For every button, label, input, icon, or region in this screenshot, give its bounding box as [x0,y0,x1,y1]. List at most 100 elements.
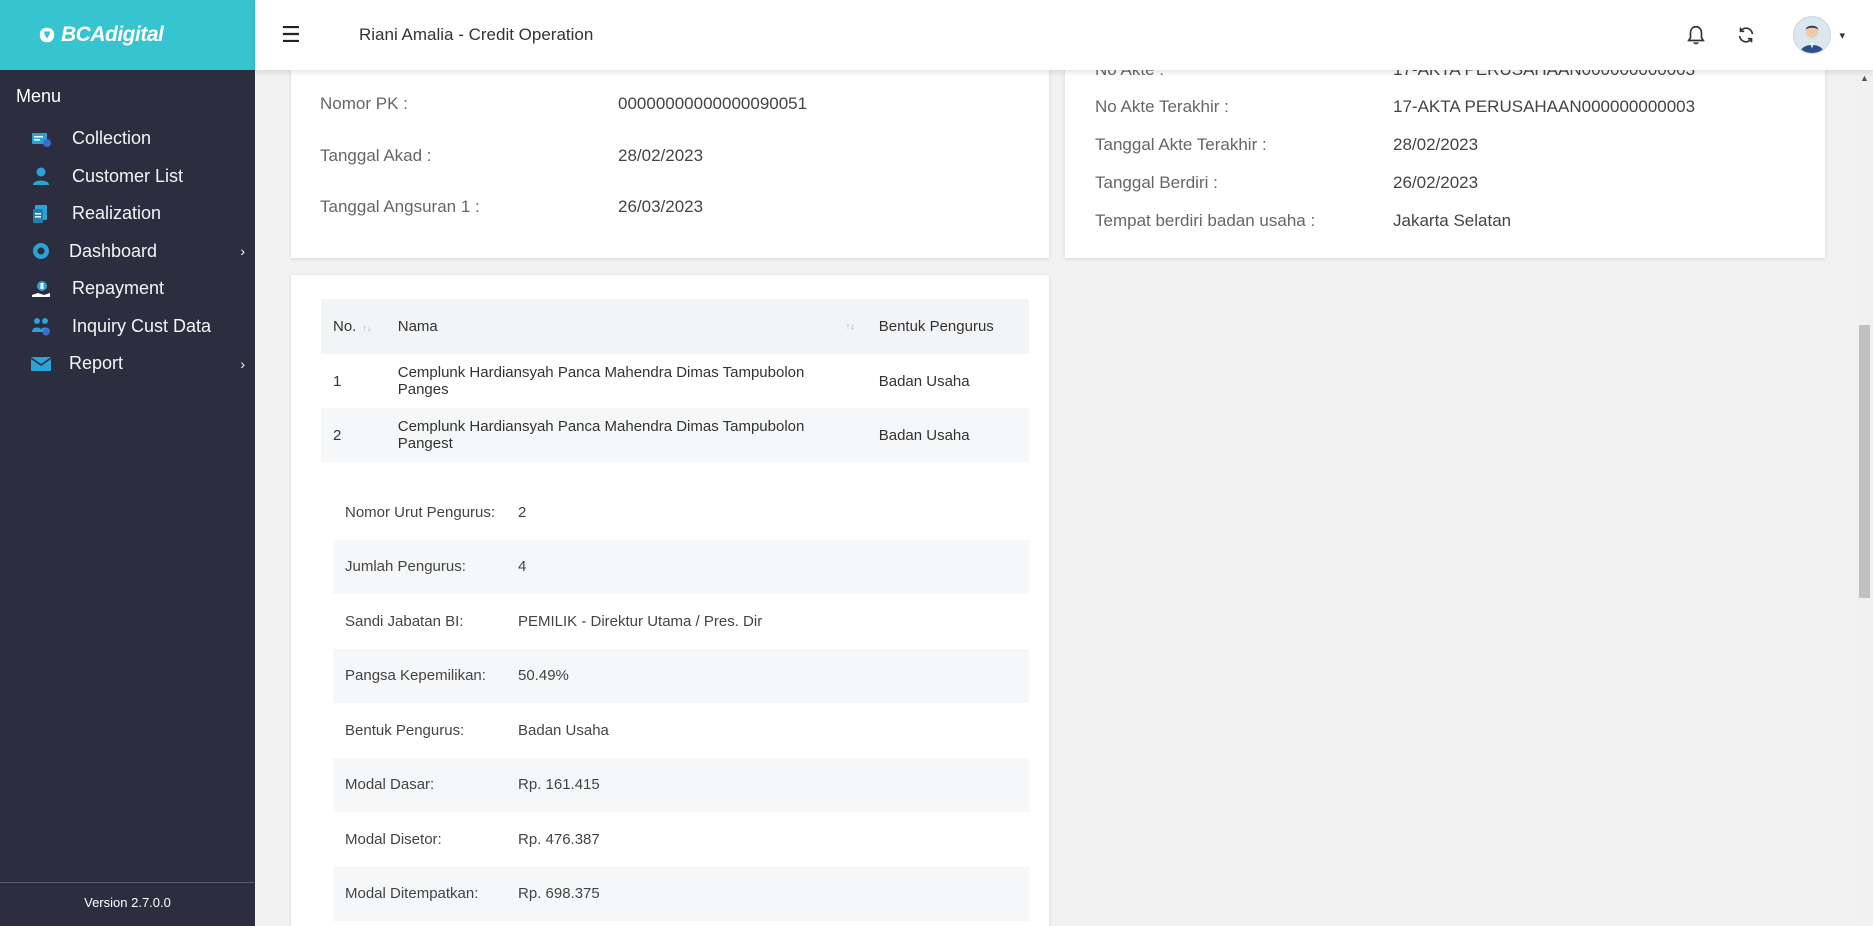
tanggal-akad-label: Tanggal Akad : [320,146,432,165]
menu-title: Menu [16,86,62,106]
users-icon [30,315,52,337]
sidebar-item-dashboard[interactable]: Dashboard › [0,233,255,271]
detail-value: 50.49% [518,667,569,685]
tanggal-angsuran-value: 26/03/2023 [618,197,704,216]
sidebar-item-inquiry-cust-data[interactable]: Inquiry Cust Data [0,308,255,346]
no-akte-terakhir-value: 17-AKTA PERUSAHAAN000000000003 [1393,97,1696,116]
detail-row-nomor-urut: Nomor Urut Pengurus: 2 [333,485,1029,540]
hamburger-menu-icon[interactable]: ☰ [281,22,305,48]
table-row[interactable]: 2 Cemplunk Hardiansyah Panca Mahendra Di… [321,408,1029,462]
detail-value: PEMILIK - Direktur Utama / Pres. Dir [518,612,763,630]
sidebar-item-label: Repayment [72,278,165,299]
detail-value: 2 [518,503,527,521]
brand-name: BCAdigital [61,23,164,46]
detail-label: Modal Ditempatkan: [345,885,479,903]
detail-label: Sandi Jabatan BI: [345,612,464,630]
sidebar-item-customer-list[interactable]: Customer List [0,158,255,196]
no-akte-terakhir-label: No Akte Terakhir : [1095,97,1229,116]
page-scrollbar[interactable]: ▲ [1856,70,1873,926]
contract-card: Nomor PK : 00000000000000090051 Tanggal … [291,40,1049,258]
detail-row-modal-disetor: Modal Disetor: Rp. 476.387 [333,812,1029,867]
column-header-bentuk[interactable]: Bentuk Pengurus [866,299,1029,354]
pengurus-table-wrapper[interactable]: No. ↑↓ Nama ↑↓ Bentuk Pengurus 1 Cemplunk … [321,299,1029,464]
tempat-berdiri-label: Tempat berdiri badan usaha : [1095,211,1316,230]
user-avatar-icon [1800,25,1825,53]
pengurus-table: No. ↑↓ Nama ↑↓ Bentuk Pengurus 1 Cemplunk … [321,299,1029,462]
scroll-thumb[interactable] [1859,325,1870,598]
scroll-up-arrow-icon[interactable]: ▲ [1860,73,1869,83]
tanggal-berdiri-label: Tanggal Berdiri : [1095,173,1218,192]
sidebar-item-label: Dashboard [69,240,158,261]
caret-down-icon[interactable]: ▾ [1839,29,1845,42]
detail-value: Rp. 698.375 [518,885,600,903]
table-header-row: No. ↑↓ Nama ↑↓ Bentuk Pengurus [321,299,1029,354]
detail-value: Badan Usaha [518,721,609,739]
chevron-right-icon: › [240,355,245,372]
collection-icon [30,128,52,150]
pengurus-detail: Nomor Urut Pengurus: 2 Jumlah Pengurus: … [333,485,1029,921]
tanggal-akad-value: 28/02/2023 [618,146,704,165]
nomor-pk-value: 00000000000000090051 [618,94,808,113]
sidebar-item-label: Collection [72,128,152,149]
sidebar-item-realization[interactable]: Realization [0,195,255,233]
avatar[interactable] [1793,16,1832,54]
tanggal-berdiri-value: 26/02/2023 [1393,173,1479,192]
pengurus-card: No. ↑↓ Nama ↑↓ Bentuk Pengurus 1 Cemplunk … [291,275,1049,926]
cell-no: 1 [333,372,342,390]
detail-value: Rp. 161.415 [518,776,600,794]
header-actions: ▾ [1671,0,1845,70]
tanggal-akte-terakhir-value: 28/02/2023 [1393,135,1479,154]
cell-no: 2 [321,408,386,462]
detail-label: Modal Disetor: [345,830,442,848]
cell-nama: Cemplunk Hardiansyah Panca Mahendra Dima… [397,364,805,398]
tanggal-angsuran-label: Tanggal Angsuran 1 : [320,197,480,216]
sidebar-item-repayment[interactable]: Repayment [0,270,255,308]
top-header: ☰ Riani Amalia - Credit Operation ▾ [255,0,1873,70]
repayment-icon [30,278,52,300]
column-header-nama[interactable]: Nama ↑↓ [385,299,867,354]
sidebar-divider [0,882,255,883]
cell-nama: Cemplunk Hardiansyah Panca Mahendra Dima… [385,408,867,462]
company-card: No Akte : 17-AKTA PERUSAHAAN000000000003… [1065,40,1825,258]
version-label: Version 2.7.0.0 [84,895,171,910]
sidebar-item-collection[interactable]: Collection [0,120,255,158]
detail-row-modal-ditempatkan: Modal Ditempatkan: Rp. 698.375 [333,866,1029,921]
column-header-label: Nama [397,318,438,335]
notification-bell-icon[interactable] [1671,24,1721,46]
sidebar-item-label: Report [69,353,124,374]
column-header-no[interactable]: No. ↑↓ [321,299,386,354]
refresh-icon[interactable] [1721,24,1771,46]
cell-bentuk: Badan Usaha [878,372,970,390]
brand-logo[interactable]: BCAdigital [38,23,164,47]
detail-label: Nomor Urut Pengurus: [345,503,496,521]
sidebar-item-label: Realization [72,203,162,224]
document-icon [30,203,52,225]
sidebar-item-label: Customer List [72,165,184,186]
sidebar: BCAdigital Menu Collection Customer List… [0,0,255,926]
page-title: Riani Amalia - Credit Operation [359,25,594,44]
detail-row-modal-dasar: Modal Dasar: Rp. 161.415 [333,757,1029,812]
tanggal-akte-terakhir-label: Tanggal Akte Terakhir : [1095,135,1267,154]
sidebar-item-label: Inquiry Cust Data [72,315,212,336]
detail-value: Rp. 476.387 [518,830,600,848]
table-row[interactable]: 1 Cemplunk Hardiansyah Panca Mahendra Di… [321,354,1029,408]
detail-label: Pangsa Kepemilikan: [345,667,486,685]
detail-row-pangsa: Pangsa Kepemilikan: 50.49% [333,648,1029,703]
detail-label: Bentuk Pengurus: [345,721,465,739]
sort-icon: ↑↓ [362,323,372,333]
detail-value: 4 [518,558,527,576]
dashboard-icon [30,240,52,262]
column-header-label: Bentuk Pengurus [878,318,994,335]
detail-label: Modal Dasar: [345,776,435,794]
sort-icon: ↑↓ [845,321,855,331]
sidebar-item-report[interactable]: Report › [0,345,255,383]
brand-bar: BCAdigital [0,0,255,70]
detail-row-bentuk: Bentuk Pengurus: Badan Usaha [333,703,1029,758]
bca-logo-icon [39,27,55,43]
detail-row-jumlah: Jumlah Pengurus: 4 [333,539,1029,594]
cell-bentuk: Badan Usaha [866,408,1029,462]
mail-icon [30,353,52,375]
detail-row-sandi-jabatan: Sandi Jabatan BI: PEMILIK - Direktur Uta… [333,594,1029,649]
detail-label: Jumlah Pengurus: [345,558,466,576]
user-icon [30,165,52,187]
